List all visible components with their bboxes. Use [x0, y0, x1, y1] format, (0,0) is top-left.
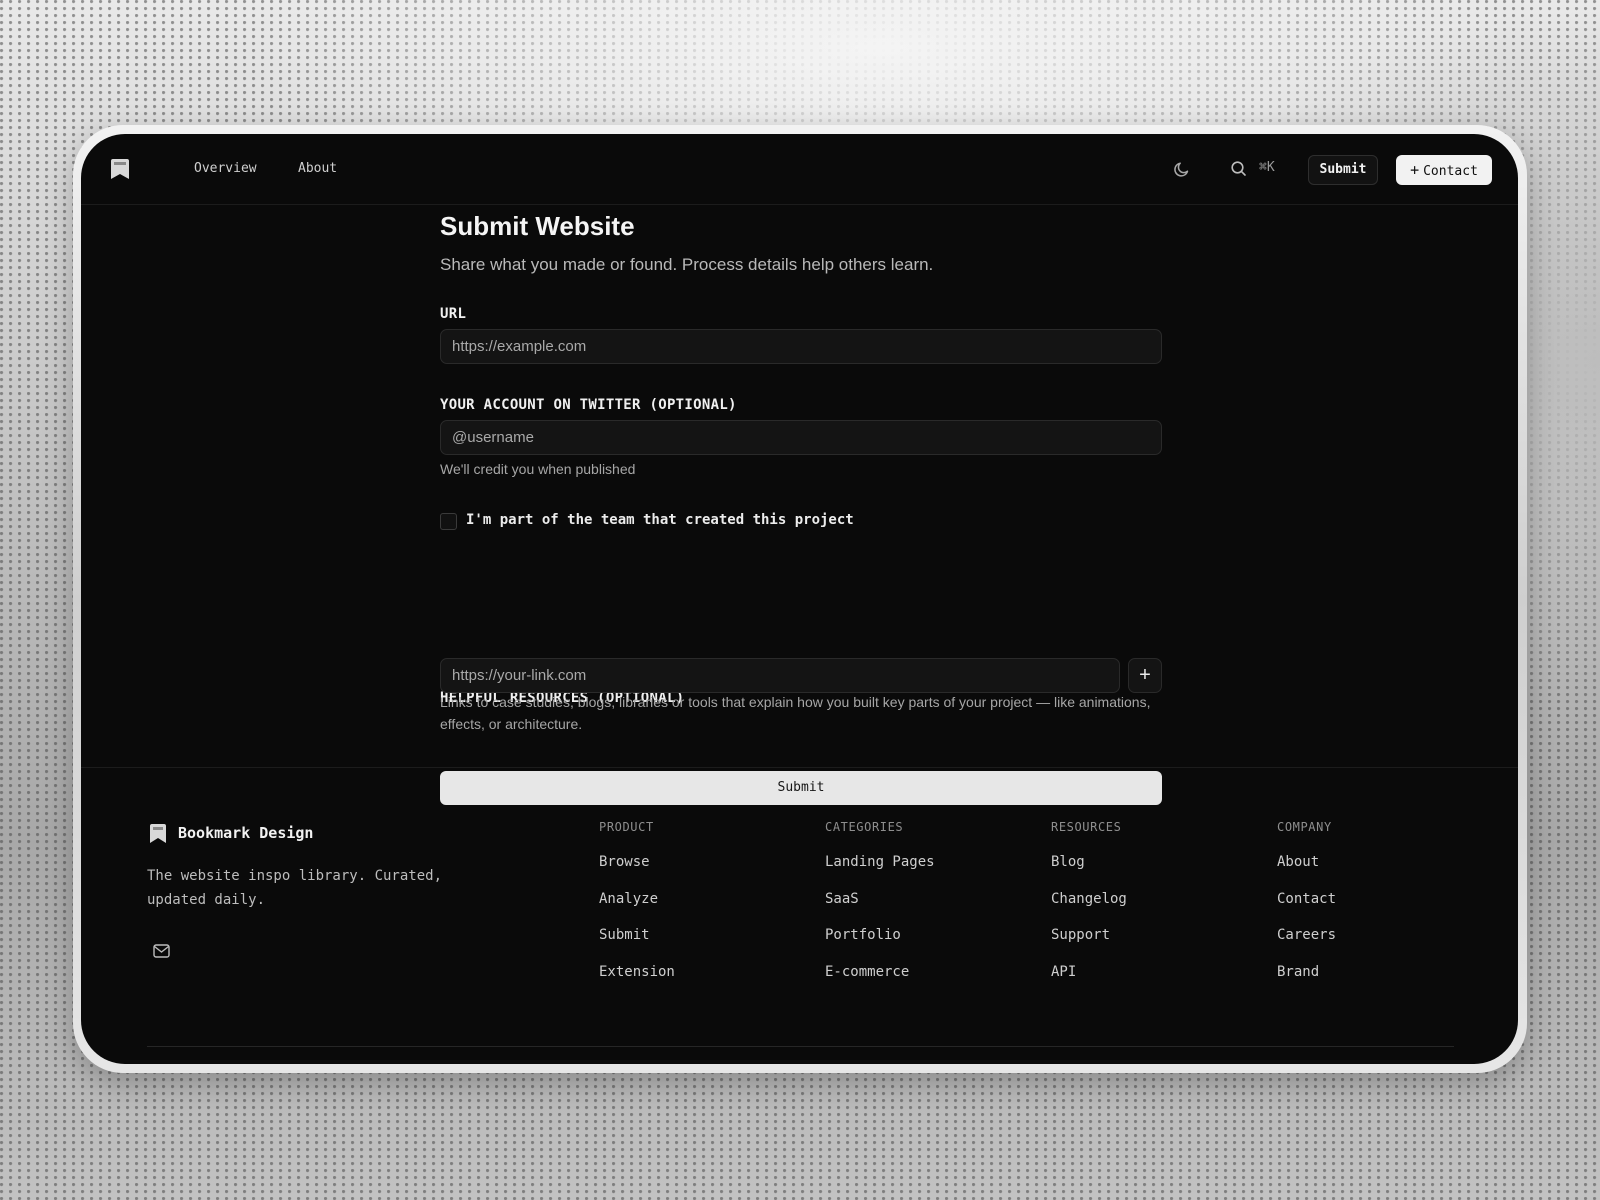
footer-link-contact[interactable]: Contact [1277, 891, 1336, 928]
resources-hint: Links to case studies, blogs, libraries … [440, 694, 1151, 732]
contact-button-label: Contact [1423, 164, 1478, 179]
moon-icon[interactable] [1173, 160, 1191, 178]
bookmark-logo-icon[interactable] [110, 158, 130, 180]
twitter-input[interactable] [440, 420, 1162, 455]
footer-link-ecommerce[interactable]: E-commerce [825, 964, 935, 1001]
footer-link-about[interactable]: About [1277, 854, 1336, 891]
footer-link-careers[interactable]: Careers [1277, 927, 1336, 964]
nav-about-link[interactable]: About [298, 161, 337, 176]
url-label: URL [440, 306, 467, 322]
footer-link-portfolio[interactable]: Portfolio [825, 927, 935, 964]
footer-column-title: COMPANY [1277, 820, 1332, 834]
footer-column-categories: CATEGORIES Landing Pages SaaS Portfolio … [825, 820, 935, 1000]
page-subtitle: Share what you made or found. Process de… [440, 255, 934, 274]
page-title: Submit Website [440, 211, 635, 241]
footer-brand: Bookmark Design [178, 824, 314, 842]
header-submit-button[interactable]: Submit [1308, 155, 1378, 185]
nav-overview-link[interactable]: Overview [194, 161, 257, 176]
footer-link-landing-pages[interactable]: Landing Pages [825, 854, 935, 891]
footer-link-saas[interactable]: SaaS [825, 891, 935, 928]
footer: Bookmark Design The website inspo librar… [81, 767, 1518, 1064]
footer-tagline: The website inspo library. Curated, upda… [147, 868, 443, 908]
footer-column-title: CATEGORIES [825, 820, 904, 834]
footer-link-submit[interactable]: Submit [599, 927, 675, 964]
footer-link-brand[interactable]: Brand [1277, 964, 1336, 1001]
plus-icon: + [1410, 161, 1420, 179]
team-checkbox-label[interactable]: I'm part of the team that created this p… [466, 512, 854, 528]
mail-icon[interactable] [153, 944, 170, 958]
contact-button[interactable]: + Contact [1396, 155, 1492, 185]
resource-link-input[interactable] [440, 658, 1120, 693]
bookmark-logo-icon[interactable] [149, 823, 167, 844]
footer-divider [147, 1046, 1454, 1047]
search-shortcut: ⌘K [1259, 160, 1275, 175]
top-navigation: Overview About ⌘K Submit + Contact [81, 134, 1518, 205]
footer-column-company: COMPANY About Contact Careers Brand [1277, 820, 1336, 1000]
twitter-label: YOUR ACCOUNT ON TWITTER (OPTIONAL) [440, 397, 737, 413]
url-input[interactable] [440, 329, 1162, 364]
footer-column-product: PRODUCT Browse Analyze Submit Extension [599, 820, 675, 1000]
twitter-hint: We'll credit you when published [440, 461, 636, 477]
footer-link-browse[interactable]: Browse [599, 854, 675, 891]
team-checkbox[interactable] [440, 513, 457, 530]
footer-link-blog[interactable]: Blog [1051, 854, 1127, 891]
footer-column-title: RESOURCES [1051, 820, 1122, 834]
footer-link-changelog[interactable]: Changelog [1051, 891, 1127, 928]
footer-column-resources: RESOURCES Blog Changelog Support API [1051, 820, 1127, 1000]
footer-link-analyze[interactable]: Analyze [599, 891, 675, 928]
footer-link-api[interactable]: API [1051, 964, 1127, 1001]
add-resource-button[interactable]: + [1128, 658, 1162, 693]
search-icon[interactable] [1230, 160, 1247, 177]
app-window: Overview About ⌘K Submit + Contact Submit… [81, 134, 1518, 1064]
footer-link-extension[interactable]: Extension [599, 964, 675, 1001]
footer-column-title: PRODUCT [599, 820, 654, 834]
footer-link-support[interactable]: Support [1051, 927, 1127, 964]
